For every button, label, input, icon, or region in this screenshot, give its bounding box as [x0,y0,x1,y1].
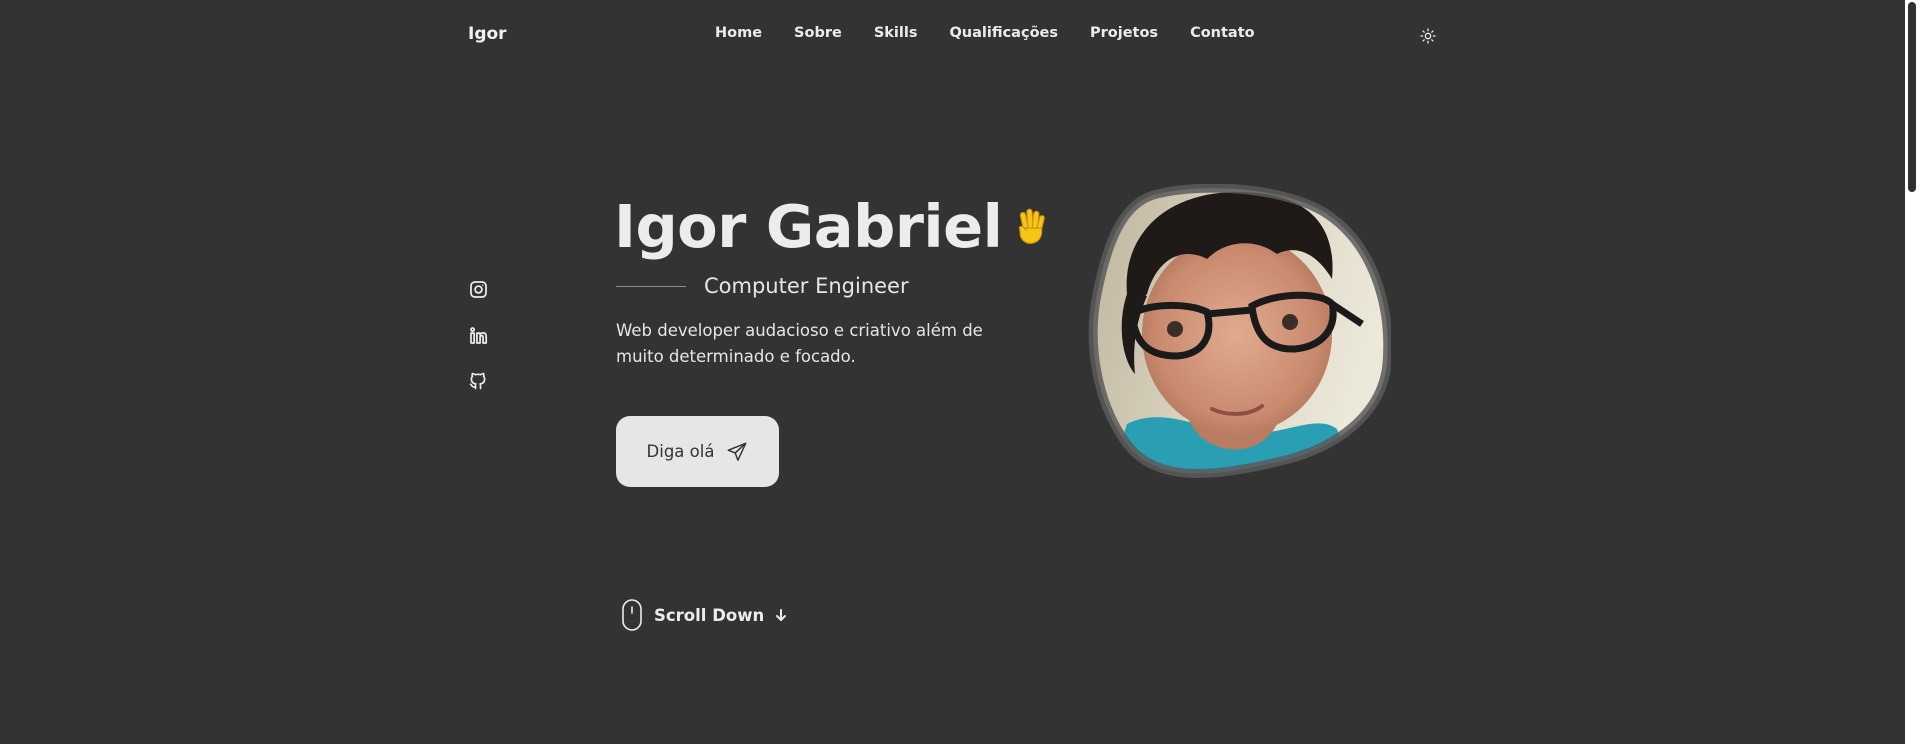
subtitle-row: Computer Engineer [616,274,909,298]
nav-home[interactable]: Home [715,25,762,41]
github-link[interactable] [466,368,490,394]
nav-contato[interactable]: Contato [1190,25,1255,41]
hero-description: Web developer audacioso e criativo além … [616,321,983,366]
profile-avatar [1087,183,1393,486]
arrow-down-icon [776,609,787,621]
social-links [466,276,490,394]
logo[interactable]: Igor [468,24,507,44]
say-hello-button[interactable]: Diga olá [616,416,779,487]
instagram-link[interactable] [466,276,490,302]
scroll-down-label: Scroll Down [654,605,765,625]
nav-skills[interactable]: Skills [874,25,918,41]
nav-sobre[interactable]: Sobre [794,25,842,41]
main-nav: Home Sobre Skills Qualificações Projetos… [715,25,1255,41]
scrollbar-thumb[interactable] [1908,2,1916,192]
mouse-icon [622,599,642,631]
nav-qualificacoes[interactable]: Qualificações [949,25,1058,41]
linkedin-icon [469,326,487,344]
hero-name: Igor Gabriel [614,192,1003,261]
waving-hand-icon [1019,208,1046,244]
page: Igor Home Sobre Skills Qualificações Pro… [0,0,1920,744]
header: Igor Home Sobre Skills Qualificações Pro… [0,0,1905,70]
theme-toggle-button[interactable] [1418,26,1438,46]
subtitle-divider [616,285,686,287]
nav-projetos[interactable]: Projetos [1090,25,1158,41]
github-icon [469,372,486,390]
instagram-icon [469,280,487,298]
linkedin-link[interactable] [466,322,490,348]
send-icon [728,442,747,461]
avatar-blob [1088,183,1393,478]
say-hello-label: Diga olá [646,442,715,461]
sun-icon [1420,28,1436,44]
scroll-down-link[interactable]: Scroll Down [620,598,788,632]
hero-title: Igor Gabriel [614,192,1052,262]
subtitle: Computer Engineer [704,274,909,298]
